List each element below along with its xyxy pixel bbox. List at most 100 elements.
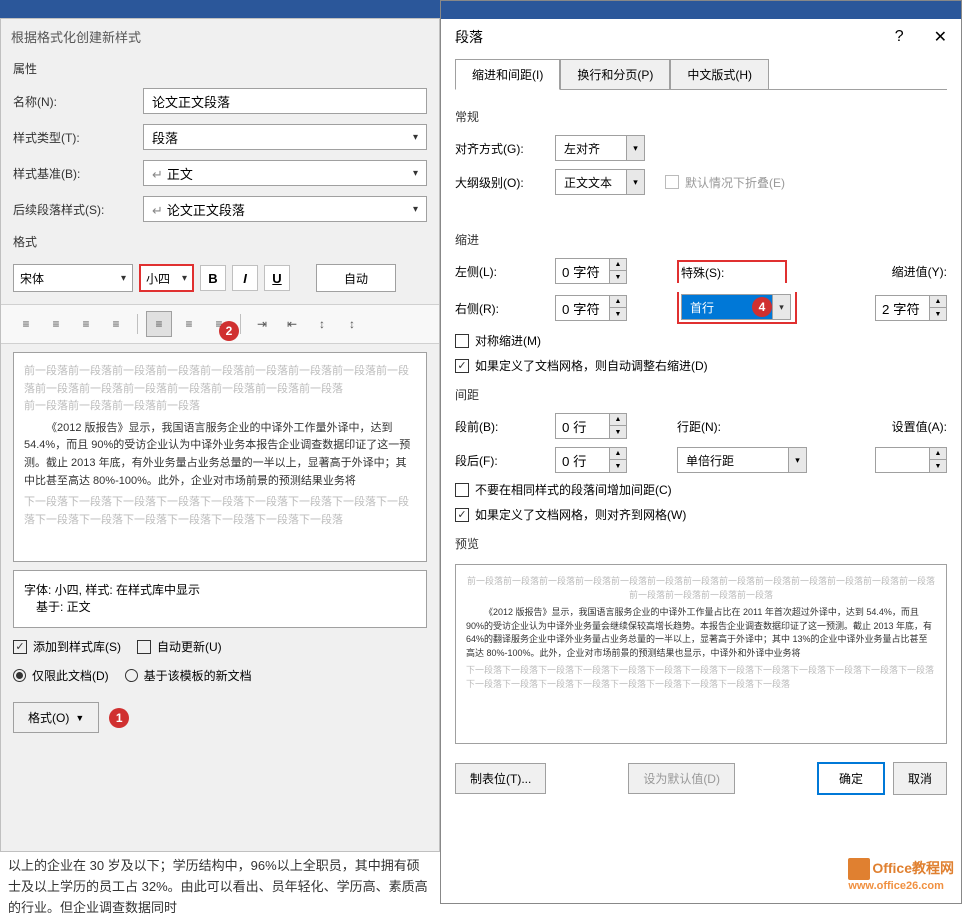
down-arrow-icon[interactable]: ▼ — [610, 271, 626, 283]
down-arrow-icon[interactable]: ▼ — [930, 460, 946, 472]
follow-style-select[interactable]: ↵论文正文段落▾ — [143, 196, 427, 222]
badge-4: 4 — [752, 297, 772, 317]
down-arrow-icon[interactable]: ▼ — [930, 308, 946, 320]
before-spinner[interactable]: ▲▼ — [555, 413, 627, 439]
name-input[interactable] — [143, 88, 427, 114]
font-select[interactable]: 宋体▾ — [13, 264, 133, 292]
ok-button[interactable]: 确定 — [817, 762, 885, 795]
chevron-down-icon: ▾ — [626, 136, 644, 160]
underline-button[interactable]: U — [264, 265, 290, 291]
paragraph-dialog: 段落 3 ? ✕ 缩进和间距(I) 换行和分页(P) 中文版式(H) 常规 对齐… — [440, 0, 962, 904]
logo-icon — [848, 858, 870, 880]
align-label: 对齐方式(G): — [455, 140, 545, 157]
down-arrow-icon[interactable]: ▼ — [610, 308, 626, 320]
align-left-icon[interactable]: ≡ — [13, 311, 39, 337]
paragraph-preview: 前一段落前一段落前一段落前一段落前一段落前一段落前一段落前一段落前一段落前一段落… — [455, 564, 947, 744]
doc-only-radio[interactable]: 仅限此文档(D) — [13, 667, 109, 684]
snap-grid-checkbox[interactable]: 如果定义了文档网格，则对齐到网格(W) — [455, 506, 686, 523]
checkbox-icon — [665, 175, 679, 189]
indent-value-label: 缩进值(Y): — [892, 263, 947, 280]
chevron-down-icon: ▾ — [772, 295, 790, 319]
badge-2: 2 — [219, 321, 239, 341]
up-arrow-icon[interactable]: ▲ — [610, 296, 626, 308]
right-indent-label: 右侧(R): — [455, 300, 545, 317]
left-indent-label: 左侧(L): — [455, 263, 545, 280]
left-indent-spinner[interactable]: ▲▼ — [555, 258, 627, 284]
set-value-label: 设置值(A): — [892, 418, 947, 435]
no-space-same-checkbox[interactable]: 不要在相同样式的段落间增加间距(C) — [455, 481, 672, 498]
align-center-icon[interactable]: ≡ — [43, 311, 69, 337]
auto-update-checkbox[interactable]: 自动更新(U) — [137, 638, 222, 655]
down-arrow-icon[interactable]: ▼ — [610, 460, 626, 472]
line-spacing-1-icon[interactable]: ≡ — [146, 311, 172, 337]
name-label: 名称(N): — [13, 93, 133, 110]
style-type-select[interactable]: 段落▾ — [143, 124, 427, 150]
checkbox-icon — [13, 640, 27, 654]
style-preview: 前一段落前一段落前一段落前一段落前一段落前一段落前一段落前一段落前一段落前一段落… — [13, 352, 427, 562]
set-default-button[interactable]: 设为默认值(D) — [628, 763, 735, 794]
outline-select[interactable]: 正文文本 ▾ — [555, 169, 645, 195]
special-indent-select[interactable]: 首行 4 ▾ — [681, 294, 791, 320]
space-before-icon[interactable]: ↕ — [309, 311, 335, 337]
checkbox-icon — [455, 508, 469, 522]
bold-button[interactable]: B — [200, 265, 226, 291]
up-arrow-icon[interactable]: ▲ — [610, 414, 626, 426]
checkbox-icon — [455, 483, 469, 497]
tab-indent-spacing[interactable]: 缩进和间距(I) — [455, 59, 560, 90]
badge-1: 1 — [109, 708, 129, 728]
up-arrow-icon[interactable]: ▲ — [610, 259, 626, 271]
tab-chinese-layout[interactable]: 中文版式(H) — [670, 59, 769, 90]
mirror-indent-checkbox[interactable]: 对称缩进(M) — [455, 332, 541, 349]
align-right-icon[interactable]: ≡ — [73, 311, 99, 337]
create-style-dialog: 根据格式化创建新样式 属性 名称(N): 样式类型(T): 段落▾ 样式基准(B… — [0, 18, 440, 852]
watermark: Office教程网 www.office26.com — [848, 858, 954, 892]
chevron-down-icon: ▾ — [182, 273, 187, 284]
dialog-title: 根据格式化创建新样式 — [1, 19, 439, 54]
spacing-label: 间距 — [455, 378, 947, 409]
collapse-default-checkbox: 默认情况下折叠(E) — [665, 174, 785, 191]
space-after-icon[interactable]: ↕ — [339, 311, 365, 337]
follow-style-label: 后续段落样式(S): — [13, 201, 133, 218]
font-size-select[interactable]: 小四▾ — [139, 264, 194, 292]
general-label: 常规 — [455, 100, 947, 131]
template-based-radio[interactable]: 基于该模板的新文档 — [125, 667, 252, 684]
tabs-button[interactable]: 制表位(T)... — [455, 763, 546, 794]
right-indent-spinner[interactable]: ▲▼ — [555, 295, 627, 321]
properties-label: 属性 — [1, 54, 439, 83]
after-spinner[interactable]: ▲▼ — [555, 447, 627, 473]
radio-icon — [125, 669, 138, 682]
line-spacing-label: 行距(N): — [677, 418, 787, 435]
style-description: 字体: 小四, 样式: 在样式库中显示 基于: 正文 — [13, 570, 427, 628]
auto-adjust-checkbox[interactable]: 如果定义了文档网格，则自动调整右缩进(D) — [455, 357, 708, 374]
up-arrow-icon[interactable]: ▲ — [930, 448, 946, 460]
up-arrow-icon[interactable]: ▲ — [930, 296, 946, 308]
dialog-header-bar — [441, 1, 961, 19]
style-base-select[interactable]: ↵正文▾ — [143, 160, 427, 186]
checkbox-icon — [455, 334, 469, 348]
special-label: 特殊(S): — [681, 264, 781, 281]
align-justify-icon[interactable]: ≡ — [103, 311, 129, 337]
indent-decrease-icon[interactable]: ⇤ — [279, 311, 305, 337]
after-label: 段后(F): — [455, 452, 545, 469]
chevron-down-icon: ▾ — [788, 448, 806, 472]
checkbox-icon — [137, 640, 151, 654]
help-icon[interactable]: ? — [895, 28, 904, 46]
before-label: 段前(B): — [455, 418, 545, 435]
format-button[interactable]: 格式(O) ▼ — [13, 702, 99, 733]
close-icon[interactable]: ✕ — [934, 27, 947, 47]
line-spacing-15-icon[interactable]: ≡ — [176, 311, 202, 337]
add-to-gallery-checkbox[interactable]: 添加到样式库(S) — [13, 638, 121, 655]
set-value-spinner[interactable]: ▲▼ — [875, 447, 947, 473]
down-arrow-icon[interactable]: ▼ — [610, 426, 626, 438]
align-select[interactable]: 左对齐 ▾ — [555, 135, 645, 161]
italic-button[interactable]: I — [232, 265, 258, 291]
cancel-button[interactable]: 取消 — [893, 762, 947, 795]
up-arrow-icon[interactable]: ▲ — [610, 448, 626, 460]
indent-value-spinner[interactable]: ▲▼ — [875, 295, 947, 321]
line-spacing-select[interactable]: 单倍行距 ▾ — [677, 447, 807, 473]
tab-line-page[interactable]: 换行和分页(P) — [560, 59, 670, 90]
chevron-down-icon: ▾ — [413, 204, 418, 215]
indent-increase-icon[interactable]: ⇥ — [249, 311, 275, 337]
style-type-label: 样式类型(T): — [13, 129, 133, 146]
color-select[interactable]: 自动 — [316, 264, 396, 292]
